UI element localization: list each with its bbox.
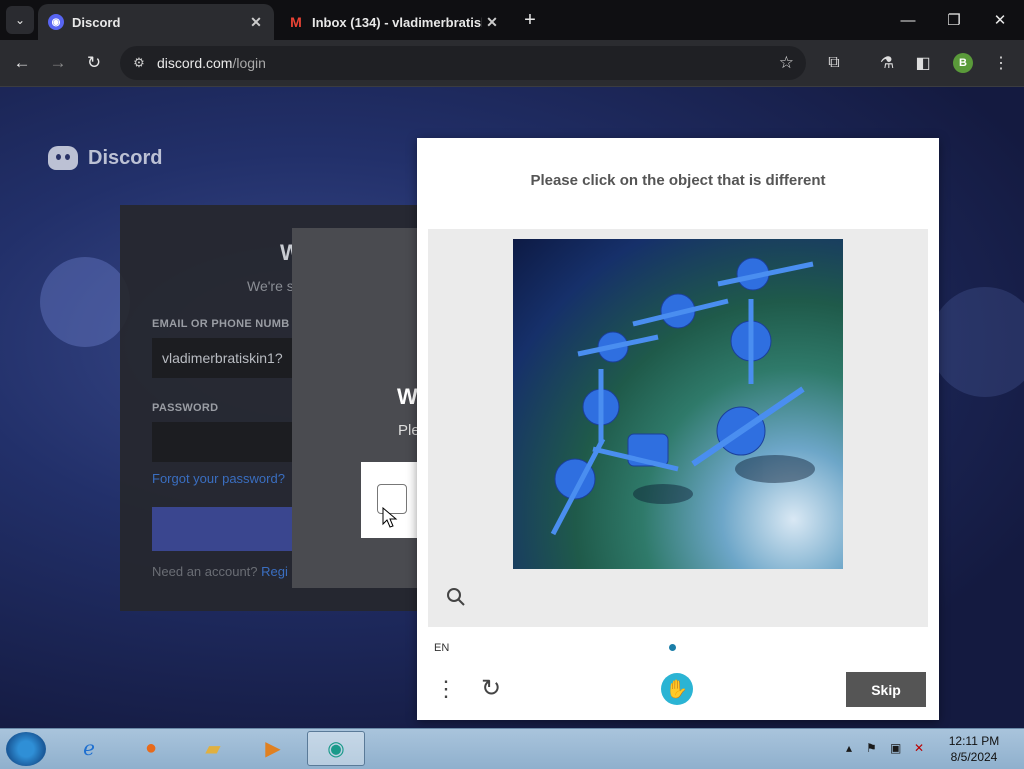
discord-brand: Discord (48, 146, 162, 170)
register-prompt: Need an account? Regi (152, 564, 288, 579)
bookmark-star-icon[interactable]: ☆ (779, 53, 794, 73)
clock-date: 8/5/2024 (950, 750, 998, 764)
challenge-image-art (550, 257, 815, 536)
gmail-icon: M (290, 14, 302, 30)
action-center-flag-icon[interactable]: ⚑ (866, 741, 877, 755)
chevron-down-icon: ⌄ (14, 13, 26, 27)
chrome-taskbar-icon[interactable]: ◉ (307, 731, 365, 766)
site-settings-icon[interactable]: ⚙ (130, 54, 148, 72)
more-options-icon[interactable]: ⋮ (435, 675, 457, 703)
close-tab-icon[interactable]: ✕ (482, 14, 502, 31)
system-clock[interactable]: 12:11 PM 8/5/2024 (942, 733, 1006, 765)
login-subheading: We're s (247, 278, 294, 294)
refresh-challenge-icon[interactable]: ↻ (477, 675, 505, 703)
brand-name: Discord (88, 146, 163, 169)
start-button[interactable] (6, 732, 46, 766)
profile-avatar[interactable]: B (953, 53, 973, 73)
clock-time: 12:11 PM (948, 734, 1000, 748)
back-button[interactable]: ← (10, 51, 34, 75)
new-tab-button[interactable]: + (518, 8, 542, 32)
tab-search-button[interactable]: ⌄ (6, 6, 34, 34)
show-hidden-icons-icon[interactable]: ▴ (846, 741, 852, 755)
need-account-text: Need an account? (152, 564, 258, 579)
close-window-button[interactable]: ✕ (978, 6, 1022, 34)
zoom-icon[interactable] (446, 587, 466, 607)
forward-button[interactable]: → (46, 51, 70, 75)
menu-kebab-icon[interactable]: ⋮ (990, 52, 1012, 74)
firefox-icon[interactable]: ● (122, 731, 180, 766)
close-tab-icon[interactable]: ✕ (246, 14, 266, 31)
volume-muted-icon[interactable]: ✕ (914, 741, 924, 755)
network-icon[interactable]: ▣ (890, 741, 901, 755)
address-bar[interactable]: ⚙ discord.com/login ☆ (120, 46, 806, 80)
windows-taskbar: ℯ ● ▰ ▶ ◉ ▴ ⚑ ▣ ✕ 12:11 PM 8/5/2024 (0, 728, 1024, 769)
challenge-image[interactable] (513, 239, 843, 569)
challenge-prompt: Please click on the object that is diffe… (530, 172, 826, 189)
browser-toolbar: ← → ↻ ⚙ discord.com/login ☆ ⧉ ⚗ ◧ ⋮ (0, 40, 1024, 87)
discord-icon: ◉ (48, 14, 64, 30)
side-panel-icon[interactable]: ◧ (912, 52, 934, 74)
url-host: discord.com (157, 55, 233, 71)
tab-title: Inbox (134) - vladimerbratiskin (312, 14, 482, 30)
progress-dot (669, 644, 676, 651)
file-explorer-icon[interactable]: ▰ (184, 731, 242, 766)
tab-strip: ⌄ ◉ Discord ✕ M Inbox (134) - vladimerbr… (0, 0, 1024, 40)
register-link[interactable]: Regi (261, 564, 288, 579)
challenge-task-area (428, 229, 928, 627)
skip-button[interactable]: Skip (846, 672, 926, 707)
background-planet (930, 287, 1024, 397)
media-player-icon[interactable]: ▶ (244, 731, 302, 766)
hcaptcha-challenge: Please click on the object that is diffe… (417, 138, 939, 720)
language-selector[interactable]: EN (434, 642, 449, 654)
labs-flask-icon[interactable]: ⚗ (876, 52, 898, 74)
tab-gmail[interactable]: M Inbox (134) - vladimerbratiskin ✕ (278, 4, 510, 40)
reload-button[interactable]: ↻ (82, 51, 106, 75)
background-planet (40, 257, 130, 347)
email-label: EMAIL OR PHONE NUMB (152, 318, 290, 330)
restore-button[interactable]: ❐ (932, 6, 976, 34)
url-text[interactable]: discord.com/login (157, 55, 266, 71)
url-path: /login (232, 55, 266, 71)
tab-discord[interactable]: ◉ Discord ✕ (38, 4, 274, 40)
password-label: PASSWORD (152, 402, 219, 414)
internet-explorer-icon[interactable]: ℯ (60, 731, 118, 766)
hcaptcha-logo-icon[interactable]: ✋ (661, 673, 693, 705)
forgot-password-link[interactable]: Forgot your password? (152, 471, 285, 486)
mouse-cursor-icon (382, 507, 398, 528)
discord-logo-icon (48, 146, 78, 170)
tab-title: Discord (72, 14, 121, 30)
extensions-icon[interactable]: ⧉ (823, 52, 845, 74)
captcha-dialog-heading: W (397, 384, 418, 409)
minimize-button[interactable]: — (886, 6, 930, 34)
